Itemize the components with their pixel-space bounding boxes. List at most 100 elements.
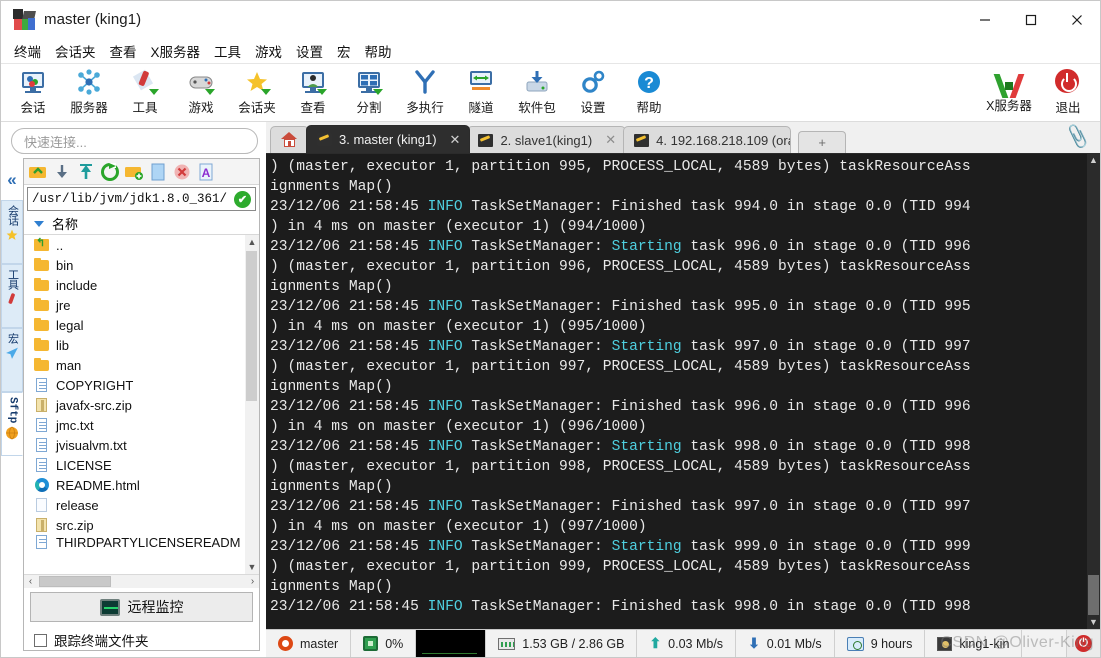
document-icon [34, 438, 50, 452]
scroll-up-icon[interactable]: ▲ [245, 235, 259, 249]
tab-close-icon[interactable]: ✕ [605, 132, 616, 148]
status-cpu[interactable]: 0% [351, 630, 417, 657]
toolbar-packages-button[interactable]: 软件包 [509, 65, 565, 121]
list-item[interactable]: README.html [24, 475, 259, 495]
paperclip-icon[interactable]: 📎 [1064, 122, 1093, 151]
delete-icon[interactable] [172, 162, 192, 182]
sidebar-tab-tools[interactable]: 工具 [1, 264, 23, 328]
tab-master-king1[interactable]: 3. master (king1) ✕ [306, 125, 471, 153]
tab-192-168-218-109[interactable]: 4. 192.168.218.109 (orang ✕ [623, 126, 792, 153]
scrollbar-thumb[interactable] [1088, 575, 1099, 615]
sftp-horizontal-scrollbar[interactable]: ‹ › [24, 574, 259, 588]
status-logout-button[interactable]: ⏻ [1066, 630, 1100, 657]
toolbar-servers-button[interactable]: 服务器 [61, 65, 117, 121]
sidebar-tab-sessions[interactable]: 会话 [1, 200, 23, 264]
minimize-button[interactable] [962, 1, 1008, 39]
menu-help[interactable]: 帮助 [358, 39, 399, 63]
maximize-button[interactable] [1008, 1, 1054, 39]
toolbar-view-button[interactable]: 查看 [285, 65, 341, 121]
status-uptime[interactable]: 9 hours [835, 630, 926, 657]
close-button[interactable] [1054, 1, 1100, 39]
scroll-down-icon[interactable]: ▼ [1087, 616, 1100, 629]
menu-xserver[interactable]: X服务器 [144, 39, 208, 63]
text-editor-icon[interactable]: A [196, 162, 216, 182]
follow-terminal-folder-checkbox[interactable] [34, 633, 47, 647]
list-item[interactable]: .. [24, 235, 259, 255]
list-item[interactable]: man [24, 355, 259, 375]
list-item[interactable]: lib [24, 335, 259, 355]
help-icon: ? [636, 69, 662, 95]
folder-icon [34, 258, 50, 272]
sidebar-vertical-tabs: « 会话 工具 宏 Sftp [1, 158, 23, 657]
upload-icon[interactable] [76, 162, 96, 182]
toolbar-settings-button[interactable]: 设置 [565, 65, 621, 121]
tab-close-icon[interactable]: ✕ [450, 132, 461, 148]
list-item[interactable]: javafx-src.zip [24, 395, 259, 415]
new-folder-icon[interactable] [124, 162, 144, 182]
toolbar-exit-button[interactable]: 退出 [1040, 65, 1096, 121]
list-item[interactable]: jre [24, 295, 259, 315]
menu-sessions[interactable]: 会话夹 [48, 39, 103, 63]
scrollbar-thumb[interactable] [39, 576, 111, 587]
list-item[interactable]: THIRDPARTYLICENSEREADM [24, 535, 259, 549]
tab-slave1-king1[interactable]: 2. slave1(king1) ✕ [467, 126, 627, 153]
sidebar-tab-sftp[interactable]: Sftp [1, 392, 23, 456]
status-user[interactable]: king1-kin [925, 630, 1023, 657]
quick-connect-input[interactable]: 快速连接... [11, 128, 258, 154]
list-item[interactable]: release [24, 495, 259, 515]
check-icon[interactable]: ✔ [234, 190, 251, 208]
remote-monitor-button[interactable]: 远程监控 [30, 592, 253, 622]
status-upload[interactable]: ⬆ 0.03 Mb/s [637, 630, 737, 657]
toolbar-split-button[interactable]: 分割 [341, 65, 397, 121]
status-memory[interactable]: 1.53 GB / 2.86 GB [486, 630, 638, 657]
status-download[interactable]: ⬇ 0.01 Mb/s [736, 630, 835, 657]
terminal-output[interactable]: ) (master, executor 1, partition 995, PR… [266, 154, 1100, 629]
toolbar-sessions-folder-button[interactable]: 会话夹 [229, 65, 285, 121]
toolbar-xserver-button[interactable]: X服务器 [978, 65, 1040, 121]
list-item[interactable]: COPYRIGHT [24, 375, 259, 395]
refresh-icon[interactable] [100, 162, 120, 182]
sftp-vertical-scrollbar[interactable]: ▲ ▼ [245, 235, 259, 574]
sort-descending-icon[interactable] [34, 220, 44, 227]
list-item[interactable]: LICENSE [24, 455, 259, 475]
list-item[interactable]: jmc.txt [24, 415, 259, 435]
sidebar-tab-macros[interactable]: 宏 [1, 328, 23, 392]
download-icon[interactable] [52, 162, 72, 182]
toolbar-multiexec-button[interactable]: 多执行 [397, 65, 453, 121]
folder-icon [34, 298, 50, 312]
scrollbar-thumb[interactable] [246, 251, 257, 401]
list-item[interactable]: include [24, 275, 259, 295]
toolbar-tools-button[interactable]: 工具 [117, 65, 173, 121]
status-host[interactable]: master [266, 630, 352, 657]
scroll-right-icon[interactable]: › [246, 576, 259, 587]
menu-tools[interactable]: 工具 [207, 39, 248, 63]
collapse-sidebar-button[interactable]: « [1, 160, 23, 200]
list-item[interactable]: jvisualvm.txt [24, 435, 259, 455]
sftp-file-list[interactable]: .. bin include jre legal lib man COPYRIG… [24, 235, 259, 574]
status-cpu-graph[interactable] [416, 630, 487, 657]
x-server-icon [993, 73, 1025, 98]
toolbar-session-button[interactable]: 会话 [5, 65, 61, 121]
scroll-down-icon[interactable]: ▼ [245, 560, 259, 574]
toolbar-games-button[interactable]: 游戏 [173, 65, 229, 121]
parent-folder-icon[interactable] [28, 162, 48, 182]
list-item[interactable]: bin [24, 255, 259, 275]
scroll-up-icon[interactable]: ▲ [1087, 154, 1100, 167]
menu-view[interactable]: 查看 [103, 39, 144, 63]
list-item[interactable]: src.zip [24, 515, 259, 535]
file-name: legal [56, 317, 84, 333]
follow-terminal-folder-row[interactable]: 跟踪终端文件夹 [34, 630, 259, 650]
tab-home[interactable] [270, 126, 309, 153]
sftp-path-input[interactable] [28, 192, 234, 206]
new-file-icon[interactable] [148, 162, 168, 182]
menu-macros[interactable]: 宏 [330, 39, 358, 63]
menu-games[interactable]: 游戏 [248, 39, 289, 63]
menu-settings[interactable]: 设置 [289, 39, 330, 63]
list-item[interactable]: legal [24, 315, 259, 335]
terminal-scrollbar[interactable]: ▲ ▼ [1087, 154, 1100, 629]
menu-terminal[interactable]: 终端 [7, 39, 48, 63]
toolbar-tunnel-button[interactable]: 隧道 [453, 65, 509, 121]
scroll-left-icon[interactable]: ‹ [24, 576, 37, 587]
new-tab-button[interactable]: + [798, 131, 847, 153]
toolbar-help-button[interactable]: ? 帮助 [621, 65, 677, 121]
